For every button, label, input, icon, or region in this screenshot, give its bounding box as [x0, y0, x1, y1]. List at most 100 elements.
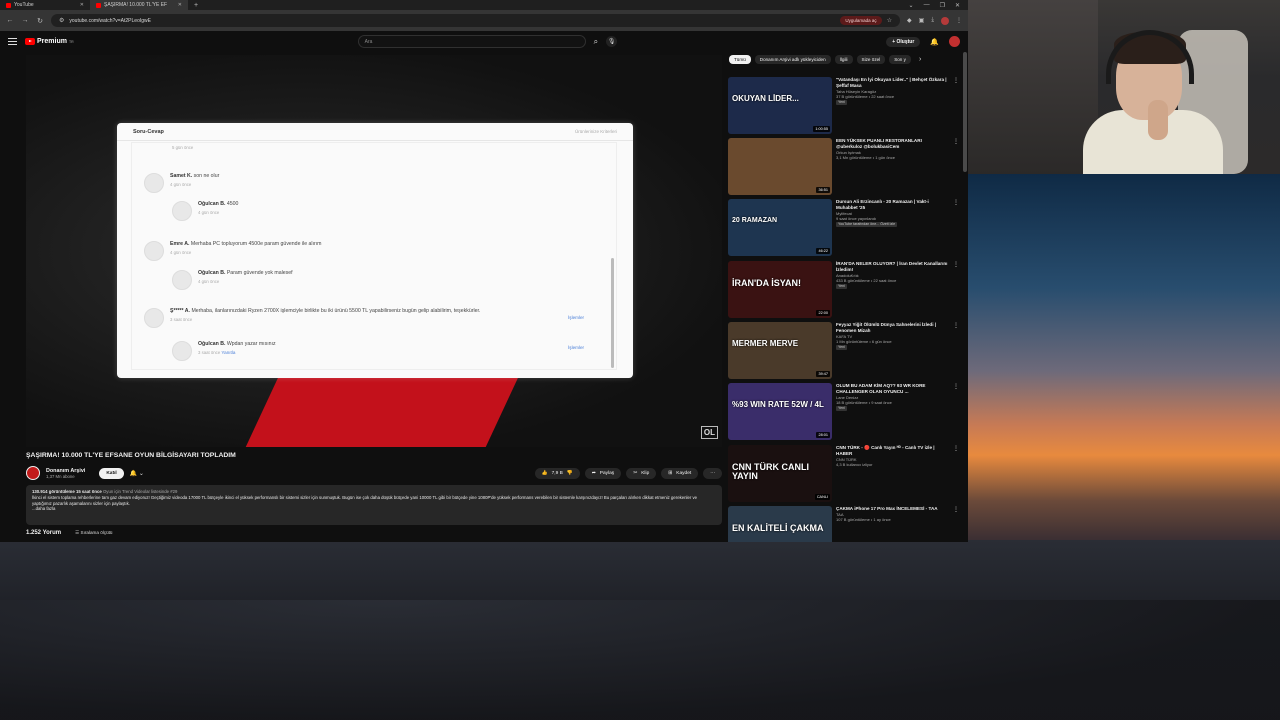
reload-icon[interactable]: ↻	[36, 17, 44, 25]
recommendation-title[interactable]: CNN TÜRK - 🔴 Canlı Yayın ᴴᴰ - Canlı TV i…	[836, 445, 948, 457]
chip-recent[interactable]: Son y	[889, 55, 911, 64]
recommendation-item[interactable]: CNN TÜRK CANLI YAYIN CANLI CNN TÜRK - 🔴 Ca…	[728, 445, 960, 503]
clip-button[interactable]: ✂ Klip	[626, 467, 657, 479]
recommendation-item[interactable]: 20 RAMAZAN 46:22 Dursun Ali Erzincanlı - 2…	[728, 199, 960, 257]
filter-chips: Tümü Donanım Arşivi adlı yükleyiciden İl…	[729, 55, 921, 64]
video-thumbnail[interactable]: OKUYAN LİDER... 1:00:55	[728, 77, 832, 134]
more-options-icon[interactable]: ⋮	[952, 322, 960, 380]
chip-uploader[interactable]: Donanım Arşivi adlı yükleyiciden	[754, 55, 831, 64]
qa-message: Wpdan yazar mısınız	[226, 341, 276, 347]
recommendation-item[interactable]: 36:51 EEN YÜKSEK PUANLI RESTORANLARI @ube…	[728, 138, 960, 196]
minimize-icon[interactable]: —	[924, 2, 930, 9]
new-tab-button[interactable]: +	[188, 2, 204, 9]
more-options-icon[interactable]: ⋮	[952, 138, 960, 196]
video-thumbnail[interactable]: %93 WIN RATE 52W / 4L 28:01	[728, 383, 832, 440]
video-thumbnail[interactable]: İRAN'DA İSYAN! 22:00	[728, 261, 832, 318]
like-count: 7,9 B	[551, 470, 563, 476]
video-thumbnail[interactable]: 36:51	[728, 138, 832, 195]
account-avatar[interactable]	[949, 36, 960, 47]
description-box[interactable]: 130.914 görüntüleme 15 saat önce Oyun iç…	[26, 485, 722, 525]
extension-icon[interactable]: ◆	[907, 17, 912, 24]
user-avatar-icon	[172, 201, 192, 221]
join-button[interactable]: Katıl	[99, 467, 124, 479]
youtube-logo[interactable]: Premium TR	[25, 38, 74, 45]
maximize-icon[interactable]: ❐	[940, 2, 945, 9]
close-tab-icon[interactable]: ✕	[80, 2, 84, 8]
recommendation-title[interactable]: Feyyaz Yiğit Ölümlü Dünya Sahnelerini İz…	[836, 322, 948, 334]
search-icon[interactable]: ⌕	[594, 37, 598, 47]
subscribe-bell-icon[interactable]: 🔔 ⌄	[130, 470, 144, 477]
sunset-wallpaper	[968, 174, 1280, 554]
thumbs-down-icon[interactable]: 👎	[567, 471, 573, 476]
show-more-link[interactable]: ...daha fazla	[32, 506, 716, 512]
hamburger-menu-icon[interactable]	[8, 38, 17, 45]
channel-name[interactable]: Donanım Arşivi	[46, 468, 85, 474]
video-thumbnail[interactable]: EN KALİTELİ ÇAKMA	[728, 506, 832, 542]
qa-time: 4 gün önce	[170, 249, 192, 255]
extensions-puzzle-icon[interactable]: ▣	[919, 17, 925, 24]
chip-for-you[interactable]: Size özel	[856, 55, 886, 64]
close-tab-icon[interactable]: ✕	[178, 2, 182, 8]
recommendation-item[interactable]: OKUYAN LİDER... 1:00:55 "Vatandaşı En İyi …	[728, 77, 960, 135]
more-options-icon[interactable]: ⋮	[952, 77, 960, 135]
more-options-icon[interactable]: ⋮	[952, 383, 960, 441]
recommendation-title[interactable]: ÇAKMA iPhone 17 Pro Max İNCELEMESİ - TAA	[836, 506, 948, 512]
share-label: Paylaş	[599, 470, 615, 476]
open-in-app-button[interactable]: Uygulamada aç	[840, 16, 882, 25]
recommendation-item[interactable]: MERMER MERVE 39:47 Feyyaz Yiğit Ölümlü Dün…	[728, 322, 960, 380]
window-controls: ⌄ — ❐ ✕	[909, 2, 968, 9]
user-avatar-icon	[144, 241, 164, 261]
video-thumbnail[interactable]: CNN TÜRK CANLI YAYIN CANLI	[728, 445, 832, 502]
recommendation-title[interactable]: Dursun Ali Erzincanlı - 20 Ramazan | Vak…	[836, 199, 948, 211]
like-button[interactable]: 👍 7,9 B 👎	[534, 467, 580, 479]
qa-reply: Oğulcan B. Wpdan yazar mısınız 3 saat ön…	[172, 341, 276, 361]
tab-video[interactable]: ŞAŞIRMA! 10.000 TL'YE EF ✕	[90, 0, 188, 10]
browser-menu-icon[interactable]: ⋮	[956, 17, 962, 24]
tab-search-icon[interactable]: ⌄	[909, 2, 914, 9]
save-button[interactable]: ⊞ Kaydet	[661, 467, 699, 479]
channel-row: Donanım Arşivi 1,37 Mn abone Katıl 🔔 ⌄ 👍…	[26, 462, 722, 484]
recommendation-title[interactable]: EEN YÜKSEK PUANLI RESTORANLARI @uberkulo…	[836, 138, 948, 150]
search-input[interactable]: Ara	[357, 35, 586, 48]
overlay-logo: OL	[700, 426, 718, 439]
more-options-icon[interactable]: ⋮	[952, 506, 960, 542]
notifications-bell-icon[interactable]: 🔔	[930, 38, 939, 46]
chip-all[interactable]: Tümü	[729, 55, 751, 64]
recommendation-title[interactable]: OLUM BU ADAM KİM AQ?? 93 WR KORE CHALLEN…	[836, 383, 948, 395]
qa-item: 5 gün önce	[172, 143, 193, 150]
video-player[interactable]: Soru-Cevap Ürünlerinize Kriterleri 5 gün…	[26, 55, 722, 447]
microphone-icon[interactable]: 🎙	[606, 36, 618, 47]
back-icon[interactable]: ←	[6, 17, 14, 24]
downloads-icon[interactable]: ⤓	[931, 17, 934, 24]
trend-tag[interactable]: Oyun için Trend Videolar listesinde #29	[103, 489, 177, 494]
sort-button[interactable]: ☰ Sıralama ölçütü	[75, 530, 112, 536]
qa-time: 3 saat önce	[170, 316, 193, 322]
bookmark-star-icon[interactable]: ☆	[887, 17, 892, 24]
recommendation-title[interactable]: "Vatandaşı En İyi Okuyan Lider.." | Behç…	[836, 77, 948, 89]
chip-related[interactable]: İlgili	[834, 55, 853, 64]
recommendation-title[interactable]: İRAN'DA NELER OLUYOR? | İran Devlet Kana…	[836, 261, 948, 273]
tab-youtube[interactable]: YouTube ✕	[0, 0, 90, 10]
channel-avatar[interactable]	[26, 466, 40, 480]
chevron-right-icon[interactable]: ›	[919, 56, 921, 63]
thumbnail-text: 20 RAMAZAN	[732, 217, 778, 224]
forward-icon[interactable]: →	[21, 17, 29, 24]
site-info-icon[interactable]: ⚙	[59, 17, 64, 24]
share-button[interactable]: ➦ Paylaş	[584, 467, 622, 479]
recommendation-item[interactable]: %93 WIN RATE 52W / 4L 28:01 OLUM BU ADAM K…	[728, 383, 960, 441]
url-field[interactable]: ⚙ youtube.com/watch?v=At2PLeoIgwE Uygula…	[51, 14, 901, 27]
create-button[interactable]: + Oluştur	[886, 36, 921, 47]
page-scrollbar[interactable]	[963, 52, 967, 172]
more-options-icon[interactable]: ⋮	[952, 199, 960, 257]
recommendation-item[interactable]: EN KALİTELİ ÇAKMA ÇAKMA iPhone 17 Pro Max…	[728, 506, 960, 542]
video-thumbnail[interactable]: MERMER MERVE 39:47	[728, 322, 832, 379]
profile-avatar[interactable]	[941, 16, 949, 25]
recommendation-info: "Vatandaşı En İyi Okuyan Lider.." | Behç…	[836, 77, 948, 135]
more-actions-icon[interactable]: ⋯	[703, 467, 722, 479]
more-options-icon[interactable]: ⋮	[952, 445, 960, 503]
more-options-icon[interactable]: ⋮	[952, 261, 960, 319]
recommendation-item[interactable]: İRAN'DA İSYAN! 22:00 İRAN'DA NELER OLUYOR?…	[728, 261, 960, 319]
channel-info: Donanım Arşivi 1,37 Mn abone	[46, 468, 85, 479]
close-window-icon[interactable]: ✕	[955, 2, 960, 9]
video-thumbnail[interactable]: 20 RAMAZAN 46:22	[728, 199, 832, 256]
